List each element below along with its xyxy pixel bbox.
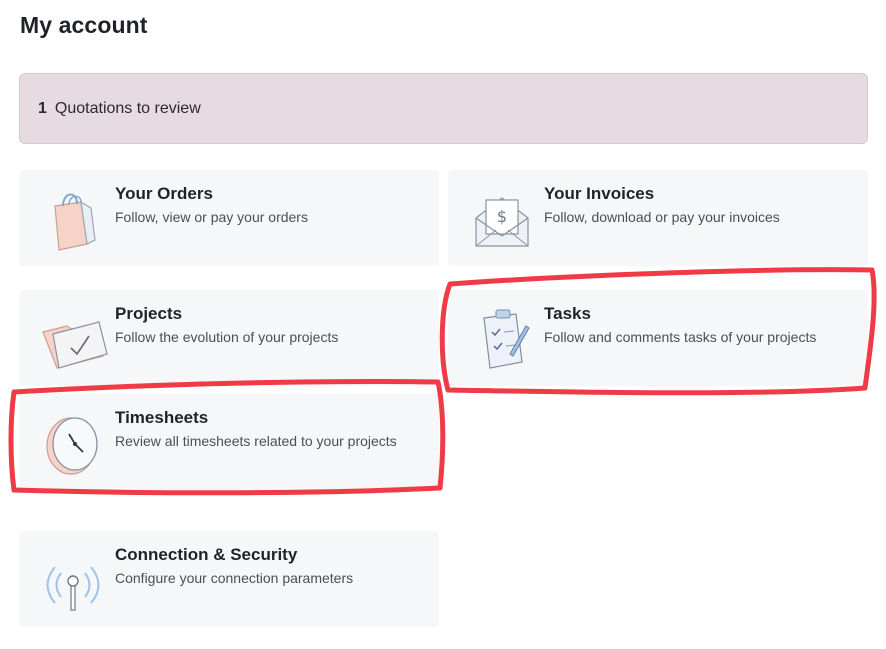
clock-icon [37, 408, 109, 476]
card-title: Tasks [544, 304, 591, 323]
invoice-envelope-icon: $ [466, 184, 538, 252]
card-title: Your Orders [115, 184, 213, 203]
svg-text:$: $ [497, 207, 507, 226]
quotations-label: Quotations to review [54, 99, 201, 117]
my-account-page: My account 1 Quotations to review Your O… [0, 0, 886, 649]
folder-check-icon [37, 304, 109, 372]
card-tasks[interactable]: Tasks Follow and comments tasks of your … [448, 290, 868, 386]
card-timesheets[interactable]: Timesheets Review all timesheets related… [19, 394, 439, 490]
card-description: Configure your connection parameters [115, 570, 354, 586]
card-description: Follow, download or pay your invoices [544, 209, 780, 225]
antenna-signal-icon [37, 545, 109, 613]
card-connection-security[interactable]: Connection & Security Configure your con… [19, 531, 439, 627]
card-title: Timesheets [115, 408, 209, 427]
quotations-alert[interactable]: 1 Quotations to review [19, 73, 868, 144]
card-title: Connection & Security [115, 545, 298, 564]
card-title: Your Invoices [544, 184, 655, 203]
shopping-bag-icon [37, 184, 109, 252]
quotations-count: 1 [38, 99, 47, 117]
card-title: Projects [115, 304, 183, 323]
card-description: Follow the evolution of your projects [115, 329, 339, 345]
card-description: Follow, view or pay your orders [115, 209, 308, 225]
page-title: My account [20, 12, 148, 38]
card-projects[interactable]: Projects Follow the evolution of your pr… [19, 290, 439, 386]
card-description: Follow and comments tasks of your projec… [544, 329, 817, 345]
clipboard-tasks-icon [466, 304, 538, 372]
card-description: Review all timesheets related to your pr… [115, 433, 397, 449]
card-your-invoices[interactable]: $ Your Invoices Follow, download or pay … [448, 170, 868, 266]
card-your-orders[interactable]: Your Orders Follow, view or pay your ord… [19, 170, 439, 266]
